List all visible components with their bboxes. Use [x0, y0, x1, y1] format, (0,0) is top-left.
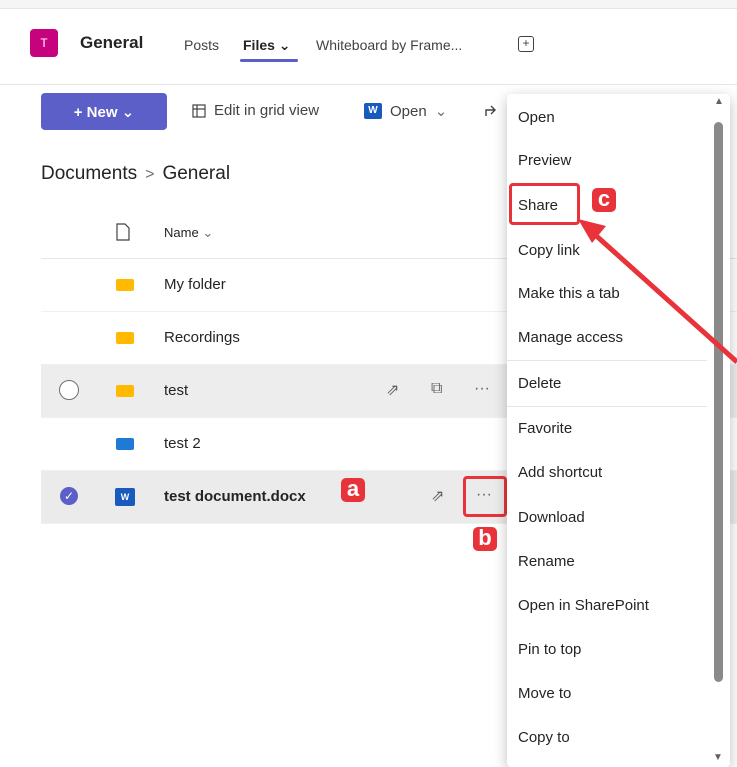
annotation-arrow	[578, 219, 737, 364]
